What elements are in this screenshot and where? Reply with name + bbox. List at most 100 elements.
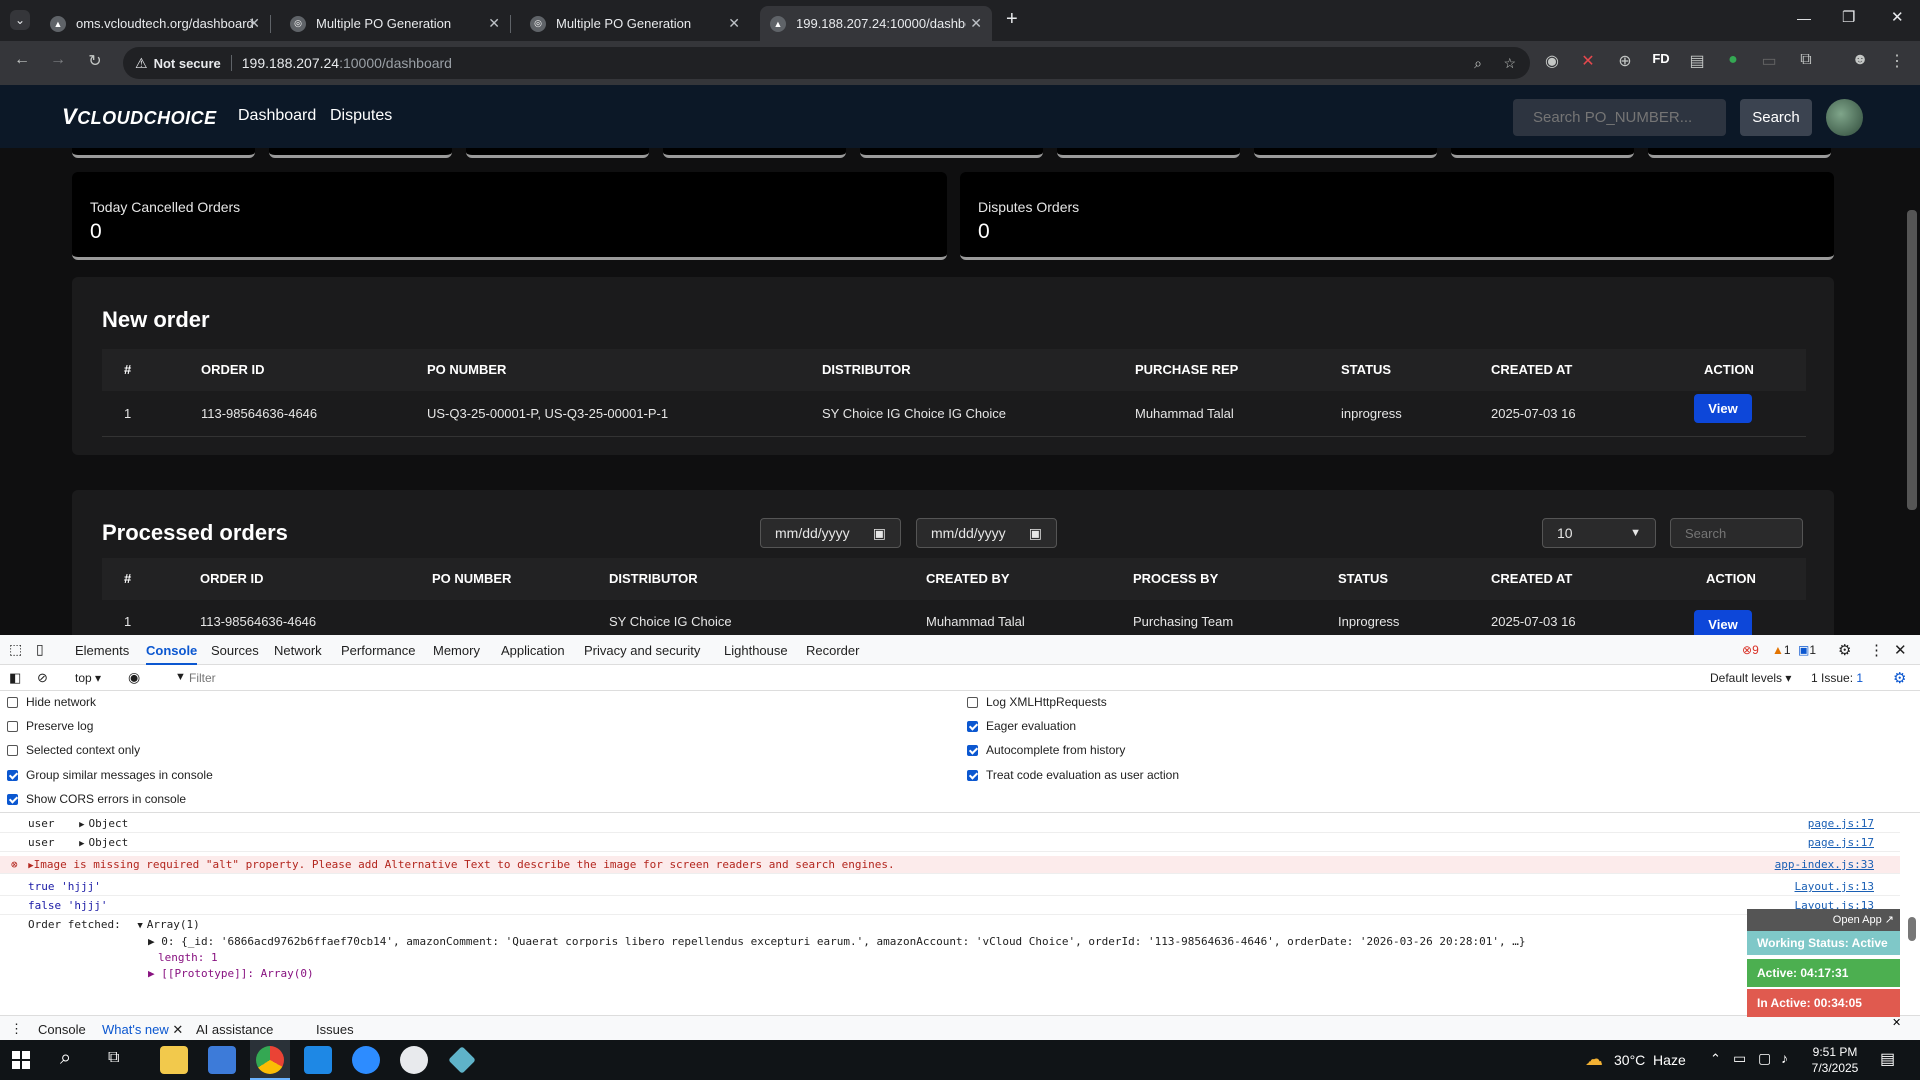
weather-icon[interactable]: ☁	[1585, 1049, 1603, 1070]
log-source-link[interactable]: Layout.js:13	[1795, 878, 1874, 896]
devtools-tab-application[interactable]: Application	[501, 643, 565, 658]
browser-tab-3[interactable]: ◎ Multiple PO Generation ✕	[520, 6, 750, 41]
checkbox-box[interactable]	[967, 744, 978, 756]
new-tab-button[interactable]: +	[1006, 8, 1018, 31]
log-object[interactable]: Array(1)	[147, 918, 200, 931]
close-tab-icon[interactable]: ✕	[248, 15, 260, 32]
checkbox-box[interactable]	[7, 793, 18, 805]
calendar-icon[interactable]: ▣	[873, 525, 886, 542]
processed-search-input[interactable]	[1670, 518, 1803, 548]
extension-icon[interactable]: ◉	[1541, 51, 1563, 71]
task-view-icon[interactable]: ⧉	[108, 1049, 119, 1067]
warning-count-badge[interactable]: ▲1	[1772, 643, 1791, 657]
close-tab-icon[interactable]: ✕	[970, 15, 982, 32]
devtools-close-icon[interactable]: ✕	[1894, 641, 1907, 659]
nav-disputes[interactable]: Disputes	[330, 107, 392, 125]
context-select[interactable]: top ▾	[75, 671, 101, 685]
restore-icon[interactable]: ❐	[1842, 8, 1855, 26]
console-settings-icon[interactable]: ⚙	[1893, 669, 1906, 687]
eager-eval-checkbox[interactable]: Eager evaluation	[967, 719, 1076, 733]
zoom-icon[interactable]: ⌕	[1474, 55, 1482, 72]
log-source-link[interactable]: page.js:17	[1808, 834, 1874, 852]
po-search-input[interactable]	[1513, 99, 1726, 136]
log-object[interactable]: Object	[89, 817, 129, 830]
close-tab-icon[interactable]: ✕	[172, 1022, 183, 1037]
not-secure-icon[interactable]: ⚠	[135, 55, 148, 72]
browser-menu-icon[interactable]: ⋮	[1886, 51, 1908, 71]
log-object[interactable]: Object	[89, 836, 129, 849]
issues-counter[interactable]: 1 Issue: 1	[1811, 671, 1863, 685]
view-order-button[interactable]: View	[1694, 394, 1752, 423]
vscode-icon[interactable]	[304, 1046, 332, 1074]
back-arrow-icon[interactable]: ←	[11, 51, 33, 69]
close-window-icon[interactable]: ✕	[1891, 8, 1904, 26]
page-size-select[interactable]: 10 ▼	[1542, 518, 1656, 548]
preserve-log-checkbox[interactable]: Preserve log	[7, 719, 93, 733]
drawer-tab-issues[interactable]: Issues	[316, 1022, 354, 1037]
image-extension-icon[interactable]: ▤	[1686, 51, 1708, 71]
globe-extension-icon[interactable]: ⊕	[1614, 51, 1636, 71]
drawer-menu-icon[interactable]: ⋮	[10, 1021, 23, 1037]
expand-arrow-icon[interactable]: ▶	[79, 839, 84, 849]
zoom-app-icon[interactable]	[352, 1046, 380, 1074]
inspect-element-icon[interactable]: ⬚	[9, 641, 22, 658]
sidebar-toggle-icon[interactable]: ◧	[9, 670, 21, 686]
window-extension-icon[interactable]: ▭	[1758, 51, 1780, 71]
puzzle-extensions-icon[interactable]: ⧉	[1795, 51, 1817, 69]
log-levels-select[interactable]: Default levels ▾	[1710, 671, 1791, 685]
prototype-line[interactable]: ▶ [[Prototype]]: Array(0)	[148, 966, 1900, 982]
app-icon[interactable]	[448, 1046, 476, 1074]
widget-close-icon[interactable]: ✕	[1892, 1016, 1901, 1029]
show-cors-checkbox[interactable]: Show CORS errors in console	[7, 792, 186, 806]
selected-context-checkbox[interactable]: Selected context only	[7, 743, 140, 757]
weather-text[interactable]: 30°C Haze	[1614, 1052, 1686, 1068]
log-source-link[interactable]: app-index.js:33	[1775, 856, 1874, 874]
green-extension-icon[interactable]: ●	[1722, 51, 1744, 69]
checkbox-box[interactable]	[7, 744, 18, 756]
security-label[interactable]: Not secure	[154, 56, 221, 71]
expand-arrow-icon[interactable]: ▶	[79, 820, 84, 830]
drawer-tab-whats-new[interactable]: What's new ✕	[102, 1022, 184, 1042]
device-toolbar-icon[interactable]: ▯	[36, 641, 44, 658]
devtools-tab-network[interactable]: Network	[274, 643, 322, 658]
clock[interactable]: 9:51 PM 7/3/2025	[1800, 1044, 1870, 1076]
checkbox-box[interactable]	[7, 769, 18, 781]
chrome-icon[interactable]	[256, 1046, 284, 1074]
browser-tab-2[interactable]: ◎ Multiple PO Generation ✕	[280, 6, 511, 41]
array-item-line[interactable]: ▶ 0: {_id: '6866acd9762b6ffaef70cb14', a…	[148, 934, 1900, 950]
store-icon[interactable]	[208, 1046, 236, 1074]
devtools-settings-icon[interactable]: ⚙	[1838, 641, 1851, 659]
view-order-button[interactable]: View	[1694, 610, 1752, 635]
tab-search-icon[interactable]: ⌄	[10, 10, 30, 30]
brand-logo[interactable]: VCLOUDCHOICE	[62, 104, 217, 130]
date-to-input[interactable]: mm/dd/yyyy ▣	[916, 518, 1057, 548]
nav-dashboard[interactable]: Dashboard	[238, 107, 316, 125]
date-from-input[interactable]: mm/dd/yyyy ▣	[760, 518, 901, 548]
error-count-badge[interactable]: ⊗9	[1742, 643, 1759, 657]
blocked-extension-icon[interactable]: ✕	[1577, 51, 1599, 71]
console-scrollbar[interactable]	[1908, 917, 1916, 941]
tray-chevron-icon[interactable]: ⌃	[1710, 1051, 1721, 1067]
hide-network-checkbox[interactable]: Hide network	[7, 695, 96, 709]
devtools-more-icon[interactable]: ⋮	[1869, 641, 1884, 659]
page-scrollbar[interactable]	[1907, 210, 1917, 510]
bookmark-star-icon[interactable]: ☆	[1503, 55, 1516, 72]
checkbox-box[interactable]	[967, 720, 978, 732]
devtools-tab-sources[interactable]: Sources	[211, 643, 259, 658]
volume-icon[interactable]: ♪	[1781, 1050, 1788, 1066]
devtools-tab-performance[interactable]: Performance	[341, 643, 415, 658]
file-explorer-icon[interactable]	[160, 1046, 188, 1074]
reload-icon[interactable]: ↻	[84, 51, 106, 71]
profile-avatar-icon[interactable]: ☻	[1849, 51, 1871, 69]
devtools-tab-console[interactable]: Console	[146, 643, 198, 665]
close-tab-icon[interactable]: ✕	[488, 15, 500, 32]
search-icon[interactable]: ⌕	[60, 1047, 71, 1070]
devtools-tab-recorder[interactable]: Recorder	[806, 643, 859, 658]
console-filter-input[interactable]	[189, 669, 489, 687]
battery-icon[interactable]: ▭	[1733, 1050, 1746, 1067]
devtools-tab-memory[interactable]: Memory	[433, 643, 480, 658]
open-app-link[interactable]: Open App ↗	[1833, 914, 1894, 926]
checkbox-box[interactable]	[967, 769, 978, 781]
browser-tab-4[interactable]: ▲ 199.188.207.24:10000/dashboa ✕	[760, 6, 992, 41]
checkbox-box[interactable]	[7, 696, 18, 708]
